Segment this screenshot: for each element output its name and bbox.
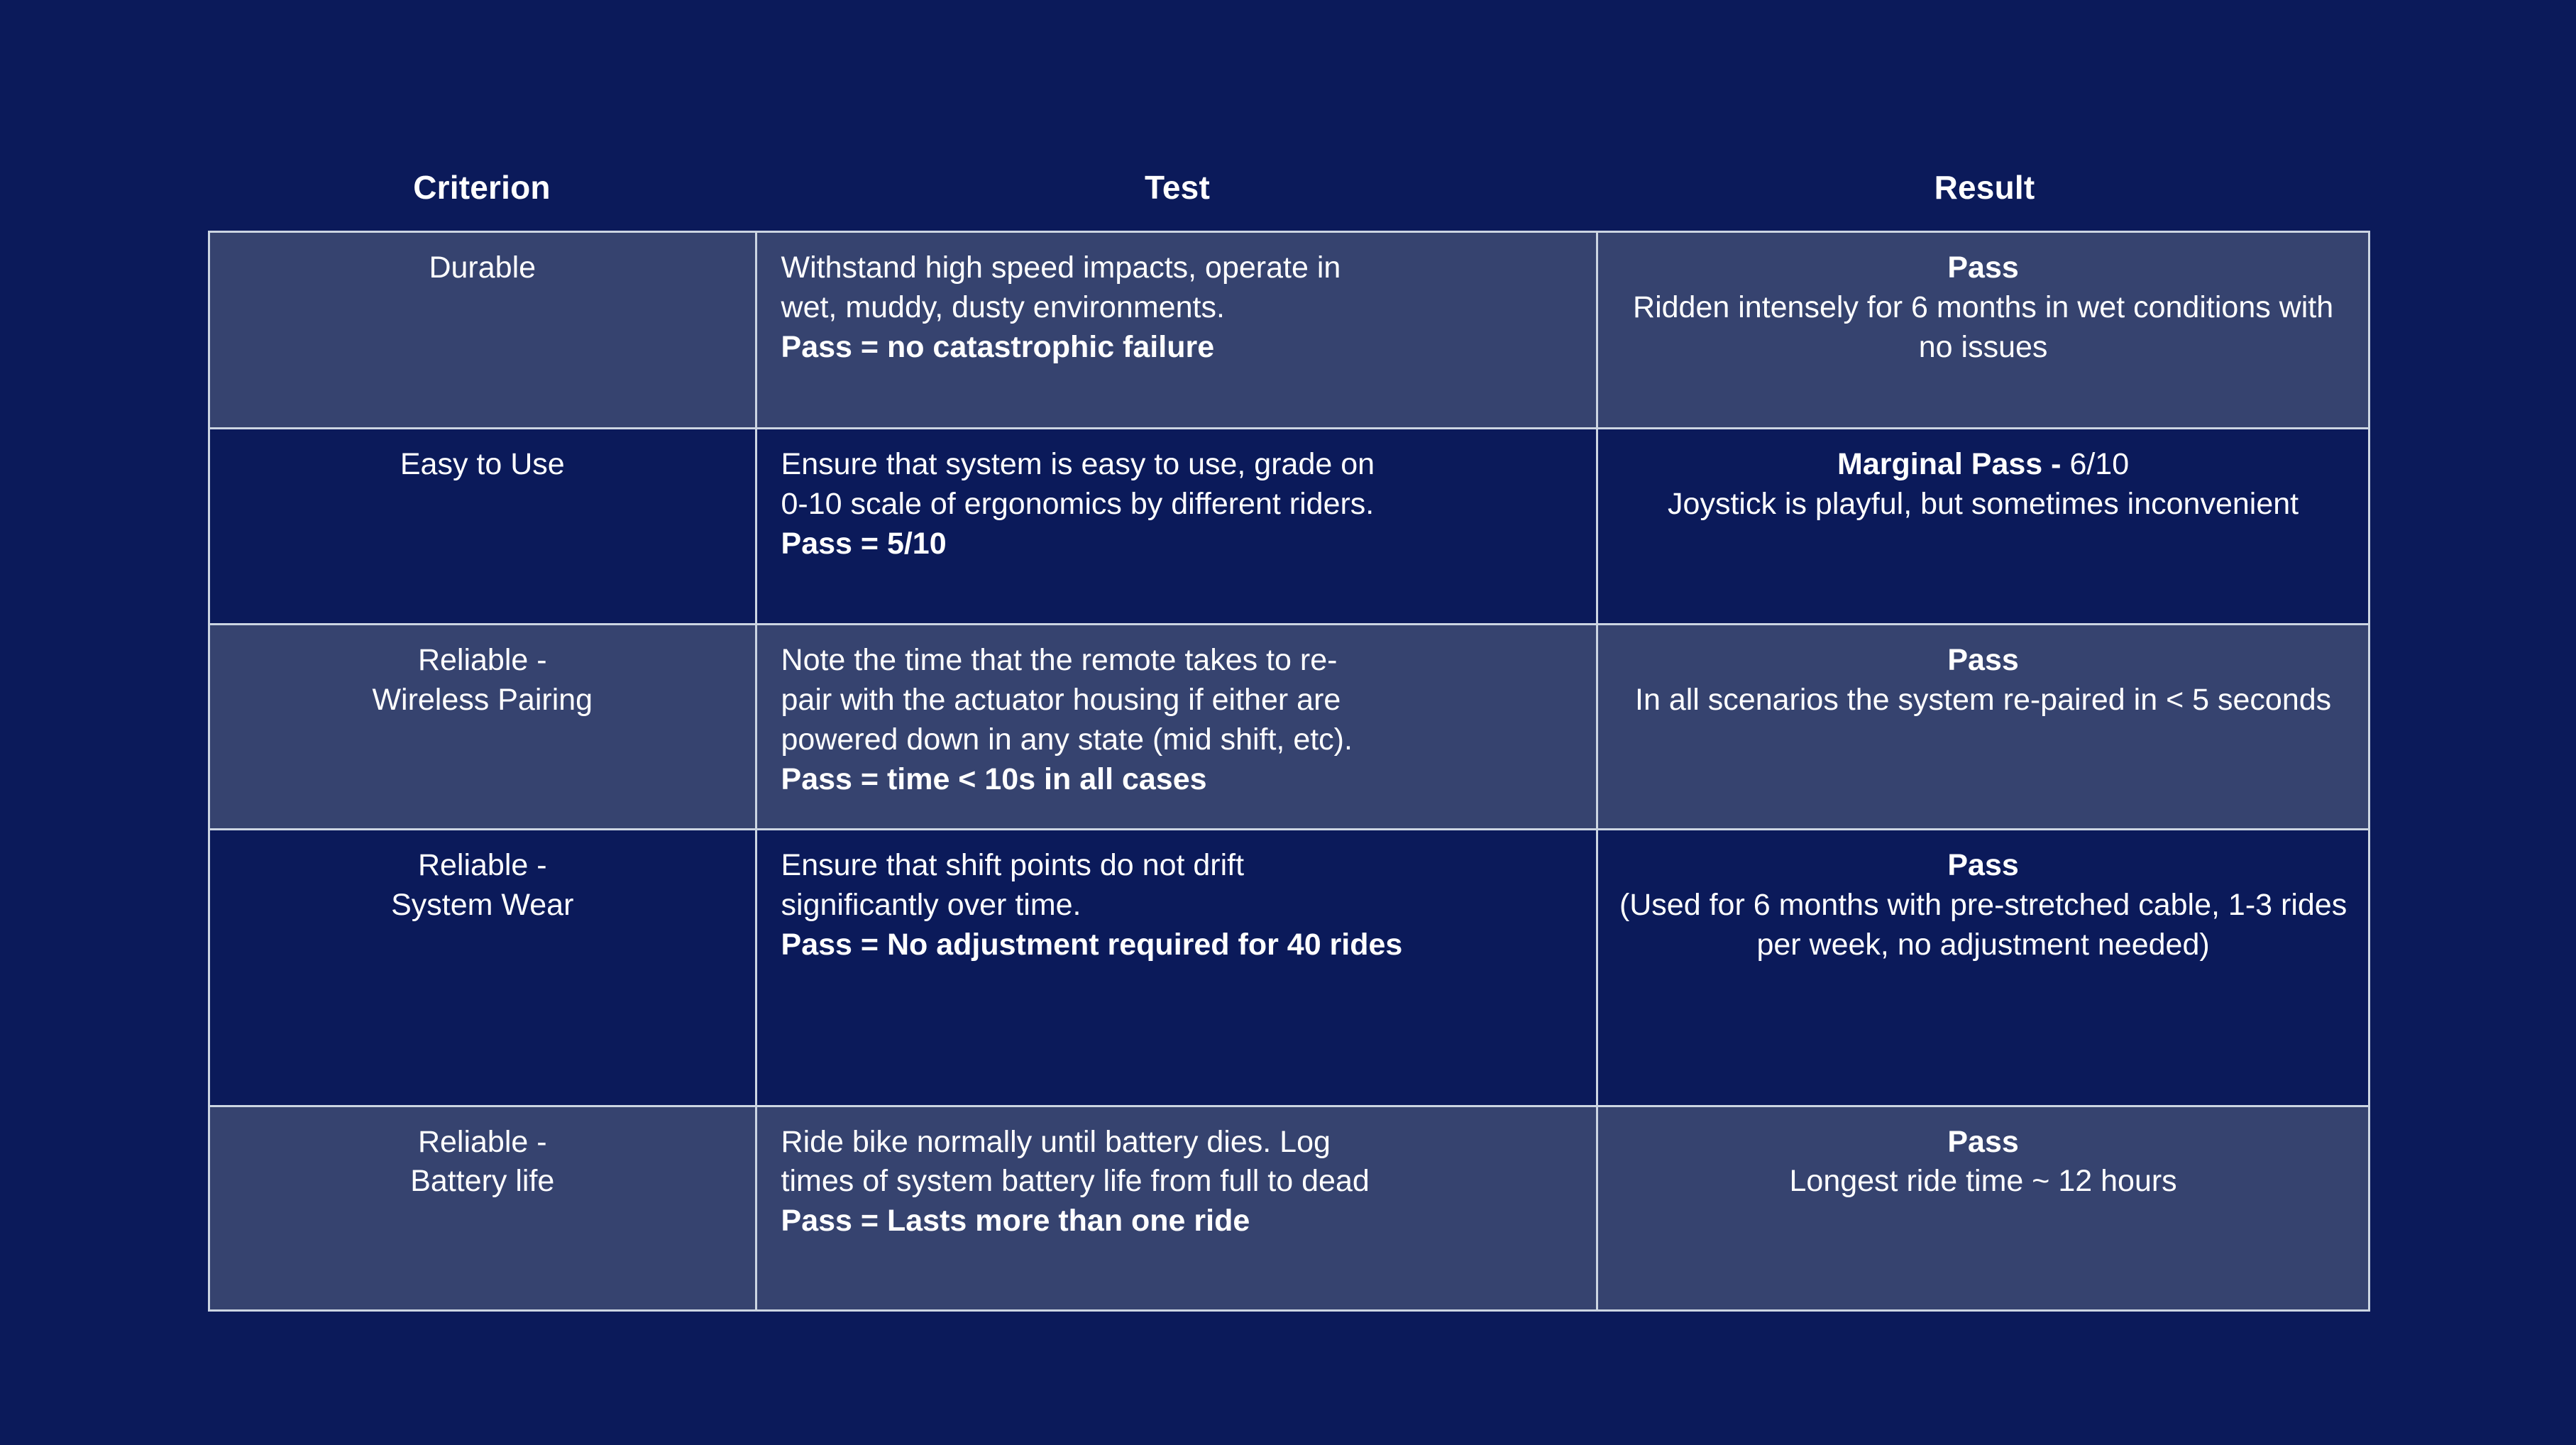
table-row: Easy to Use Ensure that system is easy t… — [210, 429, 2368, 625]
result-status: Pass — [1947, 642, 2019, 677]
cell-criterion: Reliable - Wireless Pairing — [210, 625, 757, 829]
test-line-2: pair with the actuator housing if either… — [781, 682, 1341, 717]
cell-result: Pass (Used for 6 months with pre-stretch… — [1598, 830, 2368, 1105]
test-line-1: Withstand high speed impacts, operate in — [781, 251, 1341, 285]
cell-result: Marginal Pass - 6/10 Joystick is playful… — [1598, 429, 2368, 623]
test-pass-criteria: Pass = Lasts more than one ride — [781, 1204, 1250, 1238]
table-row: Reliable - System Wear Ensure that shift… — [210, 830, 2368, 1107]
test-pass-criteria: Pass = 5/10 — [781, 527, 947, 561]
criterion-line-1: Reliable - — [417, 1124, 547, 1159]
test-pass-criteria: Pass = time < 10s in all cases — [781, 762, 1207, 796]
table-row: Durable Withstand high speed impacts, op… — [210, 233, 2368, 430]
result-status: Pass — [1947, 848, 2019, 883]
test-line-2: times of system battery life from full t… — [781, 1164, 1370, 1199]
result-detail: Joystick is playful, but sometimes incon… — [1668, 487, 2299, 522]
criterion-line-2: Battery life — [410, 1164, 555, 1199]
test-line-1: Ensure that system is easy to use, grade… — [781, 447, 1375, 482]
test-pass-criteria: Pass = No adjustment required for 40 rid… — [781, 928, 1403, 962]
result-detail: Longest ride time ~ 12 hours — [1789, 1164, 2177, 1199]
criterion-line-2: Wireless Pairing — [372, 682, 593, 717]
cell-result: Pass In all scenarios the system re-pair… — [1598, 625, 2368, 829]
cell-test: Withstand high speed impacts, operate in… — [756, 233, 1599, 428]
cell-criterion: Reliable - Battery life — [210, 1106, 757, 1309]
cell-criterion: Reliable - System Wear — [210, 830, 757, 1105]
table-header-row: Criterion Test Result — [208, 149, 2370, 226]
cell-test: Ride bike normally until battery dies. L… — [756, 1106, 1599, 1309]
criterion-line-1: Reliable - — [417, 642, 547, 677]
slide-canvas: Criterion Test Result Durable Withstand … — [0, 0, 2576, 1445]
test-line-1: Ride bike normally until battery dies. L… — [781, 1124, 1331, 1159]
result-detail: Ridden intensely for 6 months in wet con… — [1633, 290, 2334, 364]
result-status-score: 6/10 — [2069, 447, 2130, 482]
result-detail: (Used for 6 months with pre-stretched ca… — [1619, 888, 2347, 962]
result-detail: In all scenarios the system re-paired in… — [1635, 682, 2332, 717]
table-row: Reliable - Battery life Ride bike normal… — [210, 1106, 2368, 1309]
result-status: Marginal Pass - — [1837, 447, 2070, 482]
table-row: Reliable - Wireless Pairing Note the tim… — [210, 625, 2368, 831]
cell-result: Pass Longest ride time ~ 12 hours — [1598, 1106, 2368, 1309]
cell-criterion: Easy to Use — [210, 429, 757, 623]
criterion-text: Easy to Use — [400, 447, 565, 482]
test-line-2: 0-10 scale of ergonomics by different ri… — [781, 487, 1375, 522]
test-line-1: Ensure that shift points do not drift — [781, 848, 1245, 883]
result-status: Pass — [1947, 251, 2019, 285]
cell-test: Note the time that the remote takes to r… — [756, 625, 1599, 829]
cell-criterion: Durable — [210, 233, 757, 428]
test-line-3: powered down in any state (mid shift, et… — [781, 722, 1353, 757]
criterion-line-2: System Wear — [391, 888, 574, 923]
column-header-test: Test — [1145, 169, 1210, 206]
result-status: Pass — [1947, 1124, 2019, 1159]
test-pass-criteria: Pass = no catastrophic failure — [781, 329, 1215, 364]
test-line-2: wet, muddy, dusty environments. — [781, 290, 1225, 324]
result-status-line: Marginal Pass - 6/10 — [1614, 445, 2352, 485]
test-line-1: Note the time that the remote takes to r… — [781, 642, 1338, 677]
cell-test: Ensure that system is easy to use, grade… — [756, 429, 1599, 623]
criterion-line-1: Reliable - — [417, 848, 547, 883]
test-line-2: significantly over time. — [781, 888, 1081, 923]
column-header-result: Result — [1934, 169, 2035, 206]
criterion-text: Durable — [429, 251, 536, 285]
requirements-table: Durable Withstand high speed impacts, op… — [208, 231, 2370, 1312]
cell-test: Ensure that shift points do not drift si… — [756, 830, 1599, 1105]
column-header-criterion: Criterion — [413, 169, 551, 206]
cell-result: Pass Ridden intensely for 6 months in we… — [1598, 233, 2368, 428]
